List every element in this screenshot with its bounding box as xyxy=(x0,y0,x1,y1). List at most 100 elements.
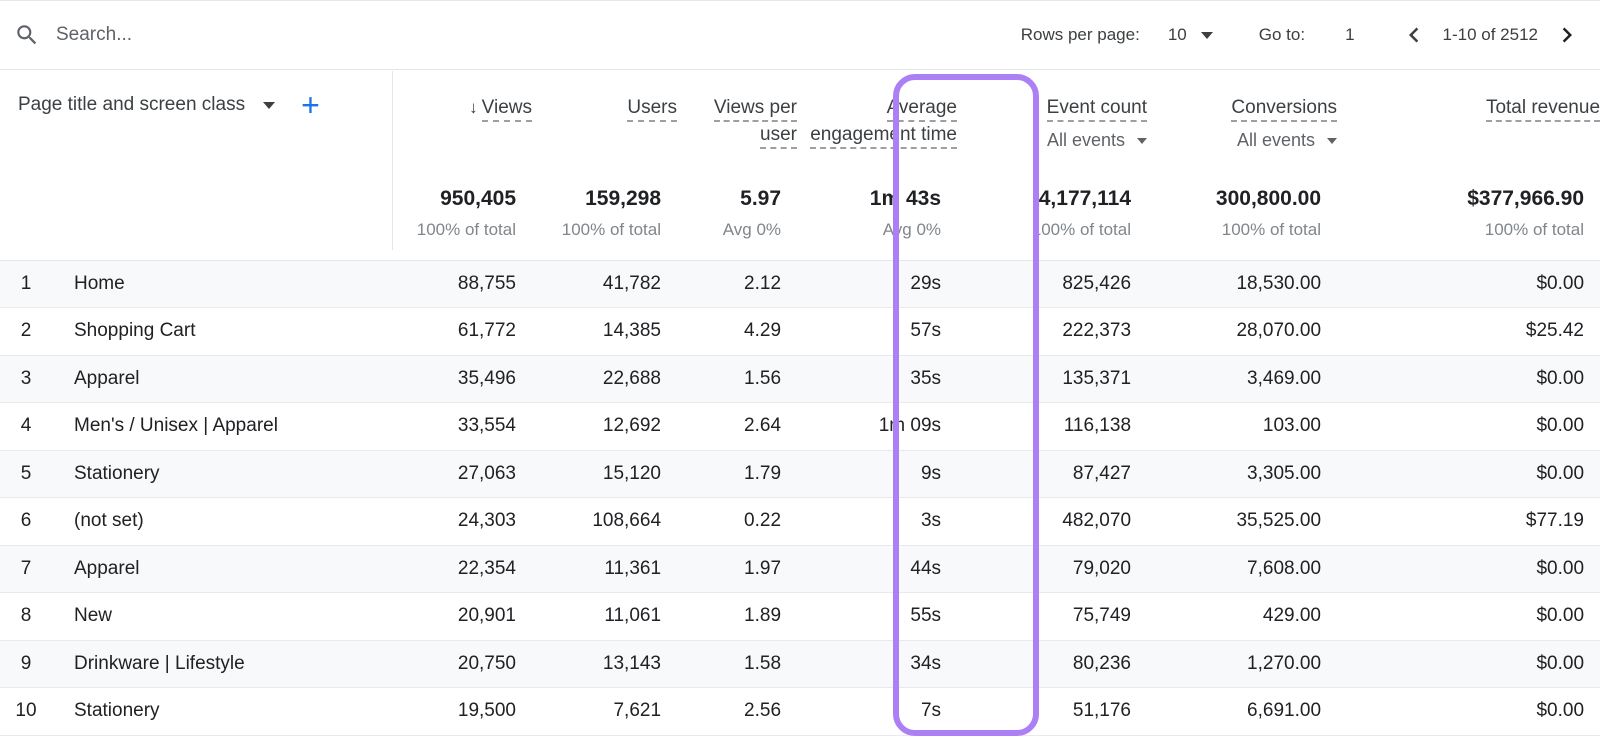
table-row[interactable]: 8 New 20,901 11,061 1.89 55s 75,749 429.… xyxy=(0,592,1600,641)
column-header-conversions[interactable]: Conversions All events xyxy=(1147,70,1338,174)
row-dimension[interactable]: Stationery xyxy=(56,450,393,498)
rows-per-page-value[interactable]: 10 xyxy=(1168,25,1187,45)
row-dimension[interactable]: Stationery xyxy=(56,687,393,736)
goto-page-input[interactable]: 1 xyxy=(1345,25,1354,45)
row-event-count: 80,236 xyxy=(957,640,1148,688)
row-conversions: 429.00 xyxy=(1147,592,1338,641)
table-row[interactable]: 10 Stationery 19,500 7,621 2.56 7s 51,17… xyxy=(0,687,1600,736)
dimension-selector-label[interactable]: Page title and screen class xyxy=(18,94,245,116)
chevron-right-icon[interactable] xyxy=(1552,20,1582,50)
row-event-count: 75,749 xyxy=(957,592,1148,641)
row-average-engagement-time: 7s xyxy=(797,687,958,736)
row-total-revenue: $0.00 xyxy=(1337,592,1600,641)
row-conversions: 3,469.00 xyxy=(1147,355,1338,403)
column-header-users[interactable]: Users xyxy=(532,70,678,174)
arrow-down-icon[interactable]: ↓ xyxy=(469,98,478,117)
row-rank: 6 xyxy=(0,497,56,546)
pagination-range: 1-10 of 2512 xyxy=(1442,25,1538,44)
table-row[interactable]: 5 Stationery 27,063 15,120 1.79 9s 87,42… xyxy=(0,450,1600,498)
row-users: 22,688 xyxy=(532,355,678,403)
row-total-revenue: $25.42 xyxy=(1337,307,1600,356)
row-average-engagement-time: 57s xyxy=(797,307,958,356)
row-users: 11,061 xyxy=(532,592,678,641)
table-header-row: Page title and screen class + ↓ Views Use… xyxy=(0,70,1600,174)
totals-total-revenue: $377,966.90 100% of total xyxy=(1337,174,1600,261)
table-row[interactable]: 9 Drinkware | Lifestyle 20,750 13,143 1.… xyxy=(0,640,1600,688)
search-area xyxy=(14,1,1021,69)
chevron-down-icon[interactable] xyxy=(1327,138,1338,145)
chevron-left-icon[interactable] xyxy=(1399,20,1429,50)
row-dimension[interactable]: Apparel xyxy=(56,355,393,403)
row-views: 20,901 xyxy=(392,592,533,641)
column-header-views-per-user[interactable]: Views per user xyxy=(677,70,798,174)
row-average-engagement-time: 1m 09s xyxy=(797,402,958,451)
totals-users: 159,298 100% of total xyxy=(532,174,678,261)
column-header-views[interactable]: ↓ Views xyxy=(392,70,533,174)
row-views: 22,354 xyxy=(392,545,533,593)
chevron-down-icon[interactable] xyxy=(1200,31,1213,39)
row-dimension[interactable]: Home xyxy=(56,260,393,308)
table-row[interactable]: 2 Shopping Cart 61,772 14,385 4.29 57s 2… xyxy=(0,307,1600,356)
row-views: 35,496 xyxy=(392,355,533,403)
row-users: 41,782 xyxy=(532,260,678,308)
event-count-filter[interactable]: All events xyxy=(957,130,1148,151)
row-rank: 9 xyxy=(0,640,56,688)
row-average-engagement-time: 3s xyxy=(797,497,958,546)
row-rank: 1 xyxy=(0,260,56,308)
row-event-count: 116,138 xyxy=(957,402,1148,451)
row-total-revenue: $0.00 xyxy=(1337,545,1600,593)
column-header-average-engagement-time[interactable]: Average engagement time xyxy=(797,70,958,174)
row-total-revenue: $0.00 xyxy=(1337,687,1600,736)
row-dimension[interactable]: (not set) xyxy=(56,497,393,546)
conversions-filter-label: All events xyxy=(1236,130,1316,150)
row-views-per-user: 1.89 xyxy=(677,592,798,641)
row-views: 88,755 xyxy=(392,260,533,308)
row-conversions: 6,691.00 xyxy=(1147,687,1338,736)
row-dimension[interactable]: Apparel xyxy=(56,545,393,593)
column-header-total-revenue[interactable]: Total revenue xyxy=(1337,70,1600,174)
row-views: 61,772 xyxy=(392,307,533,356)
column-label: Event count xyxy=(1046,97,1148,122)
row-average-engagement-time: 29s xyxy=(797,260,958,308)
chevron-down-icon[interactable] xyxy=(263,101,276,109)
row-users: 14,385 xyxy=(532,307,678,356)
row-event-count: 135,371 xyxy=(957,355,1148,403)
row-conversions: 18,530.00 xyxy=(1147,260,1338,308)
row-rank: 5 xyxy=(0,450,56,498)
table-row[interactable]: 6 (not set) 24,303 108,664 0.22 3s 482,0… xyxy=(0,497,1600,546)
column-label: Views per user xyxy=(713,97,798,149)
row-dimension[interactable]: Shopping Cart xyxy=(56,307,393,356)
row-views: 24,303 xyxy=(392,497,533,546)
row-conversions: 7,608.00 xyxy=(1147,545,1338,593)
row-rank: 3 xyxy=(0,355,56,403)
totals-average-engagement-time: 1m 43s Avg 0% xyxy=(797,174,958,261)
search-icon[interactable] xyxy=(14,22,40,48)
row-views-per-user: 2.64 xyxy=(677,402,798,451)
table-row[interactable]: 3 Apparel 35,496 22,688 1.56 35s 135,371… xyxy=(0,355,1600,403)
table-row[interactable]: 4 Men's / Unisex | Apparel 33,554 12,692… xyxy=(0,402,1600,451)
row-dimension[interactable]: Drinkware | Lifestyle xyxy=(56,640,393,688)
row-dimension[interactable]: Men's / Unisex | Apparel xyxy=(56,402,393,451)
conversions-filter[interactable]: All events xyxy=(1147,130,1338,151)
row-users: 13,143 xyxy=(532,640,678,688)
row-dimension[interactable]: New xyxy=(56,592,393,641)
table-row[interactable]: 1 Home 88,755 41,782 2.12 29s 825,426 18… xyxy=(0,260,1600,308)
column-label: Views xyxy=(481,97,533,122)
totals-subtext: Avg 0% xyxy=(722,220,782,239)
pagination-controls: Rows per page: 10 Go to: 1 1-10 of 2512 xyxy=(1021,20,1584,50)
column-header-event-count[interactable]: Event count All events xyxy=(957,70,1148,174)
search-input[interactable] xyxy=(56,15,556,55)
row-conversions: 3,305.00 xyxy=(1147,450,1338,498)
totals-conversions: 300,800.00 100% of total xyxy=(1147,174,1338,261)
totals-blank-cell xyxy=(0,174,393,261)
plus-icon[interactable]: + xyxy=(301,89,320,121)
totals-subtext: Avg 0% xyxy=(882,220,942,239)
row-total-revenue: $0.00 xyxy=(1337,640,1600,688)
row-views-per-user: 2.56 xyxy=(677,687,798,736)
row-views-per-user: 4.29 xyxy=(677,307,798,356)
chevron-down-icon[interactable] xyxy=(1137,138,1148,145)
totals-value: 5.97 xyxy=(740,187,782,210)
totals-subtext: 100% of total xyxy=(1221,220,1322,239)
table-row[interactable]: 7 Apparel 22,354 11,361 1.97 44s 79,020 … xyxy=(0,545,1600,593)
row-average-engagement-time: 9s xyxy=(797,450,958,498)
